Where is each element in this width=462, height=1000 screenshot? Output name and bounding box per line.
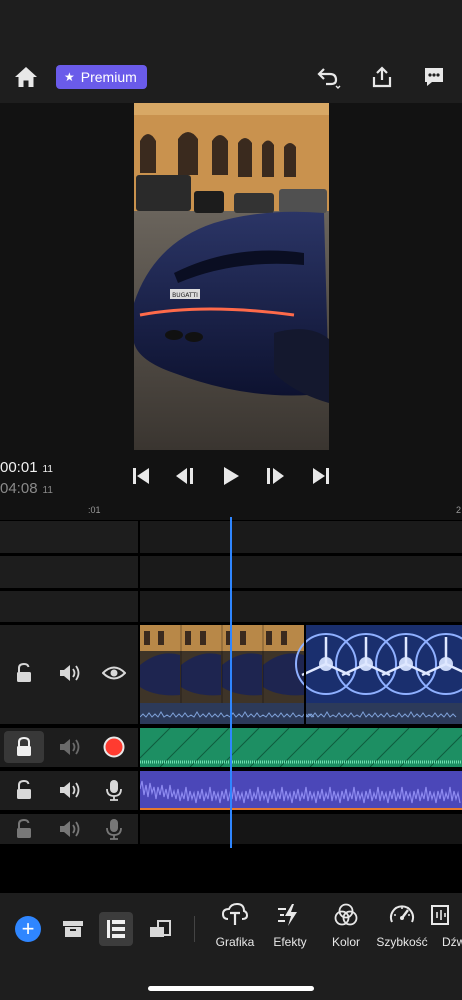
tool-audio[interactable]: Dźw	[428, 903, 462, 949]
ruler-tick-label-right: 2	[456, 505, 462, 515]
premium-button[interactable]: ★ Premium	[56, 65, 147, 89]
share-icon[interactable]	[366, 61, 398, 93]
video-preview[interactable]: BUGATTI	[134, 103, 329, 450]
track-header-empty-2	[0, 556, 138, 588]
toolbar-divider	[194, 916, 195, 942]
record-icon[interactable]	[100, 733, 128, 761]
skip-to-end-icon[interactable]	[310, 463, 332, 489]
tool-color[interactable]: Kolor	[316, 903, 376, 949]
eye-icon[interactable]	[100, 659, 128, 687]
ruler-tick-label: :01	[88, 505, 101, 515]
video-track-header	[0, 625, 138, 724]
next-frame-icon[interactable]	[264, 463, 286, 489]
archive-icon[interactable]	[57, 913, 89, 945]
plus-icon: +	[21, 916, 35, 941]
add-media-button[interactable]: +	[15, 916, 41, 942]
locked-icon[interactable]	[10, 733, 38, 761]
audio-track-3-lane[interactable]	[140, 814, 462, 844]
tool-speed[interactable]: Szybkość	[372, 903, 432, 949]
effects-icon	[278, 904, 297, 926]
unlocked-icon[interactable]	[10, 776, 38, 804]
color-icon	[334, 903, 358, 926]
graphics-icon	[222, 903, 248, 925]
track-lane-empty-3[interactable]	[140, 591, 462, 622]
top-bar: ★ Premium	[0, 0, 462, 103]
unlocked-icon[interactable]	[10, 815, 38, 843]
aspect-ratio-icon[interactable]	[144, 913, 176, 945]
volume-icon[interactable]	[56, 776, 84, 804]
speed-icon	[390, 905, 414, 923]
undo-icon[interactable]	[312, 61, 344, 93]
unlocked-icon[interactable]	[10, 659, 38, 687]
tool-graphics[interactable]: Grafika	[205, 903, 265, 949]
audio-track-3-header	[0, 814, 138, 844]
volume-icon[interactable]	[56, 659, 84, 687]
preview-panel: BUGATTI 00:01 11 04:08 11	[0, 103, 462, 518]
track-lane-empty-1[interactable]	[140, 521, 462, 553]
audio-track-2-header	[0, 771, 138, 810]
playhead[interactable]	[230, 517, 232, 848]
volume-icon[interactable]	[56, 815, 84, 843]
track-header-empty-3	[0, 591, 138, 622]
audio-clip-purple[interactable]	[140, 771, 462, 810]
home-indicator	[148, 986, 314, 991]
track-lane-empty-2[interactable]	[140, 556, 462, 588]
premium-label: Premium	[80, 69, 137, 85]
current-time: 00:01 11	[0, 459, 53, 476]
microphone-icon[interactable]	[100, 776, 128, 804]
skip-to-start-icon[interactable]	[130, 463, 152, 489]
timeline-layout-icon[interactable]	[100, 913, 132, 945]
track-header-empty-1	[0, 521, 138, 553]
star-icon: ★	[64, 70, 75, 84]
previous-frame-icon[interactable]	[174, 463, 196, 489]
feedback-icon[interactable]	[418, 61, 450, 93]
total-duration: 04:08 11	[0, 480, 53, 497]
license-plate: BUGATTI	[172, 292, 198, 299]
audio-icon	[431, 905, 449, 925]
home-icon[interactable]	[10, 61, 42, 93]
play-icon[interactable]	[220, 463, 242, 489]
volume-icon[interactable]	[56, 733, 84, 761]
audio-clip-green[interactable]	[140, 728, 462, 767]
microphone-icon[interactable]	[100, 815, 128, 843]
video-clip[interactable]	[140, 625, 462, 724]
audio-track-1-header	[0, 728, 138, 767]
tool-effects[interactable]: Efekty	[260, 903, 320, 949]
